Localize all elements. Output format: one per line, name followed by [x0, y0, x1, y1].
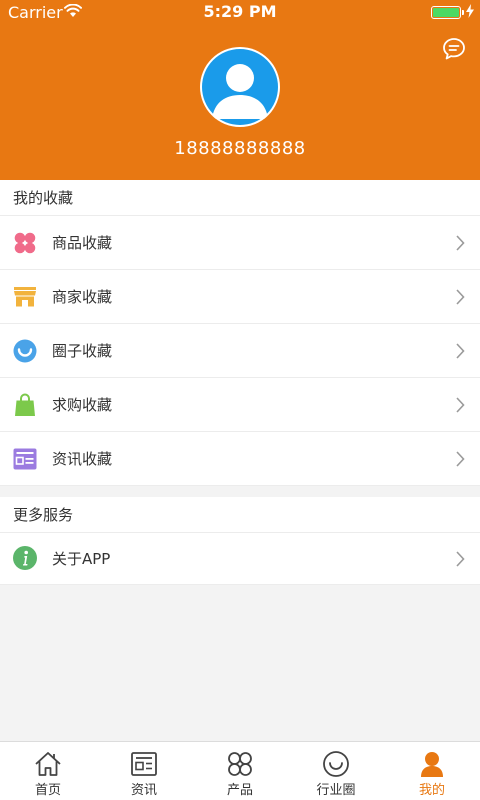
favorites-section-title: 我的收藏: [0, 180, 480, 216]
profile-header: Carrier 5:29 PM 18888888888: [0, 0, 480, 180]
smile-circle-icon: [323, 751, 349, 777]
bottom-tab-bar: 首页 资讯 产品 行业圈 我的: [0, 741, 480, 800]
status-time: 5:29 PM: [203, 2, 277, 21]
list-item-label: 商品收藏: [52, 234, 113, 252]
tab-label: 行业圈: [316, 783, 356, 798]
chevron-right-icon: [456, 289, 465, 305]
user-phone: 18888888888: [174, 138, 306, 159]
tab-label: 资讯: [130, 783, 157, 798]
avatar[interactable]: [200, 47, 280, 127]
person-icon: [421, 752, 443, 777]
chevron-right-icon: [456, 551, 465, 567]
home-icon: [35, 752, 61, 776]
chevron-right-icon: [456, 397, 465, 413]
list-item-shop-favorites[interactable]: 商家收藏: [0, 270, 480, 324]
tab-label: 首页: [34, 783, 61, 798]
chevron-right-icon: [456, 235, 465, 251]
list-item-purchase-favorites[interactable]: 求购收藏: [0, 378, 480, 432]
list-item-circle-favorites[interactable]: 圈子收藏: [0, 324, 480, 378]
chevron-right-icon: [456, 343, 465, 359]
charging-bolt-icon: [466, 4, 474, 18]
tab-home[interactable]: 首页: [0, 742, 96, 800]
list-item-label: 商家收藏: [52, 288, 113, 306]
info-icon: [13, 546, 37, 570]
battery-level: [433, 8, 459, 17]
list-item-label: 资讯收藏: [52, 450, 113, 468]
list-item-label: 关于APP: [52, 550, 111, 568]
tab-label: 产品: [226, 783, 253, 798]
list-item-about-app[interactable]: 关于APP: [0, 533, 480, 585]
smile-circle-icon: [13, 339, 37, 363]
tab-products[interactable]: 产品: [192, 742, 288, 800]
more-services-section-title: 更多服务: [0, 497, 480, 533]
tab-news[interactable]: 资讯: [96, 742, 192, 800]
status-bar: Carrier 5:29 PM: [0, 0, 480, 26]
battery-icon: [431, 6, 464, 19]
news-card-icon: [13, 448, 37, 470]
news-icon: [131, 752, 157, 776]
list-item-label: 求购收藏: [52, 396, 113, 414]
tab-industry-circle[interactable]: 行业圈: [288, 742, 384, 800]
shopping-bag-icon: [15, 393, 35, 416]
list-item-label: 圈子收藏: [52, 342, 113, 360]
tab-mine[interactable]: 我的: [384, 742, 480, 800]
list-item-news-favorites[interactable]: 资讯收藏: [0, 432, 480, 486]
chevron-right-icon: [456, 451, 465, 467]
shop-icon: [14, 287, 36, 307]
person-avatar-icon: [202, 49, 278, 125]
product-grid-icon: [228, 752, 252, 776]
chat-bubble-icon[interactable]: [441, 36, 467, 62]
list-item-goods-favorites[interactable]: 商品收藏: [0, 216, 480, 270]
clover-icon: [14, 232, 36, 254]
tab-label: 我的: [418, 783, 445, 798]
